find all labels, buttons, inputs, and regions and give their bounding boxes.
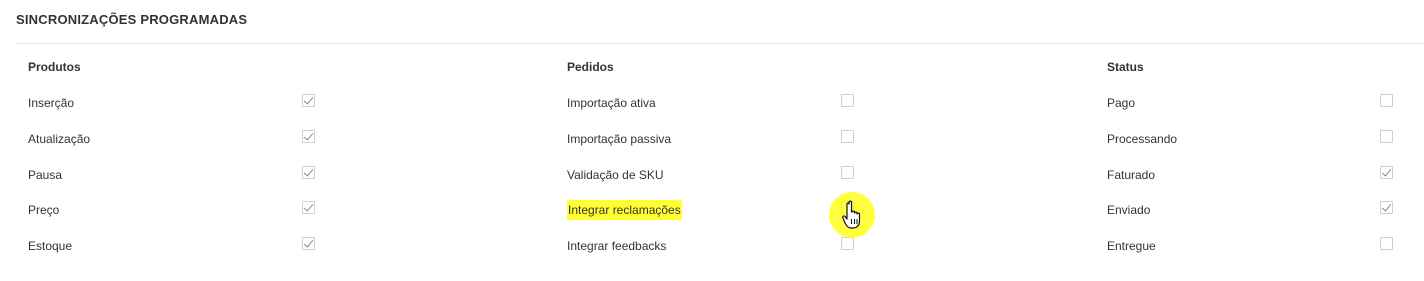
checkbox[interactable] — [302, 237, 315, 250]
checkbox-label: Importação passiva — [567, 132, 672, 146]
checkmark-icon — [1381, 166, 1392, 177]
checkbox-label: Validação de SKU — [567, 168, 664, 182]
checkbox[interactable] — [841, 166, 854, 179]
checkbox-label: Integrar feedbacks — [567, 239, 667, 253]
checkbox[interactable] — [841, 94, 854, 107]
checkbox-row: Estoque — [28, 236, 316, 256]
checkbox-label: Entregue — [1107, 239, 1156, 253]
checkbox-row: Importação passiva — [567, 129, 855, 149]
checkbox[interactable] — [841, 130, 854, 143]
checkmark-icon — [1381, 201, 1392, 212]
checkbox[interactable] — [302, 166, 315, 179]
section-title: SINCRONIZAÇÕES PROGRAMADAS — [16, 12, 248, 27]
checkbox-label: Estoque — [28, 239, 73, 253]
checkbox-label: Processando — [1107, 132, 1178, 146]
checkbox-label: Pago — [1107, 96, 1136, 110]
checkbox-label: Inserção — [28, 96, 75, 110]
checkbox-row: Faturado — [1107, 165, 1394, 185]
checkmark-icon — [303, 201, 314, 212]
checkbox-row: Integrar reclamações — [567, 200, 855, 220]
checkbox-row: Inserção — [28, 93, 316, 113]
checkbox-row: Importação ativa — [567, 93, 855, 113]
checkmark-icon — [303, 237, 314, 248]
column-header: Produtos — [28, 60, 81, 74]
checkbox[interactable] — [1380, 237, 1393, 250]
checkbox[interactable] — [1380, 94, 1393, 107]
checkbox[interactable] — [1380, 130, 1393, 143]
checkbox[interactable] — [1380, 166, 1393, 179]
checkbox-label: Preço — [28, 203, 60, 217]
checkbox[interactable] — [302, 201, 315, 214]
column-status: Status — [1107, 58, 1407, 76]
column-pedidos: Pedidos — [567, 58, 867, 76]
checkbox-row: Integrar feedbacks — [567, 236, 855, 256]
column-header: Pedidos — [567, 60, 614, 74]
checkbox-row: Validação de SKU — [567, 165, 855, 185]
checkbox[interactable] — [302, 130, 315, 143]
checkbox[interactable] — [1380, 201, 1393, 214]
checkbox[interactable] — [841, 237, 854, 250]
checkbox-row: Pausa — [28, 165, 316, 185]
checkbox-row: Pago — [1107, 93, 1394, 113]
checkbox-label: Faturado — [1107, 168, 1156, 182]
checkbox-label: Importação ativa — [567, 96, 656, 110]
checkbox-row: Processando — [1107, 129, 1394, 149]
checkmark-icon — [303, 166, 314, 177]
checkbox-label: Atualização — [28, 132, 91, 146]
section-divider — [16, 43, 1424, 44]
hand-pointer-icon — [842, 200, 861, 229]
checkbox[interactable] — [302, 94, 315, 107]
checkbox-label: Pausa — [28, 168, 63, 182]
column-header: Status — [1107, 60, 1144, 74]
checkmark-icon — [303, 94, 314, 105]
checkbox-row: Enviado — [1107, 200, 1394, 220]
checkbox-row: Atualização — [28, 129, 316, 149]
checkmark-icon — [303, 130, 314, 141]
checkbox-row: Entregue — [1107, 236, 1394, 256]
checkbox-label: Enviado — [1107, 203, 1151, 217]
checkbox-row: Preço — [28, 200, 316, 220]
checkbox-label: Integrar reclamações — [567, 200, 682, 220]
column-produtos: Produtos — [28, 58, 328, 76]
